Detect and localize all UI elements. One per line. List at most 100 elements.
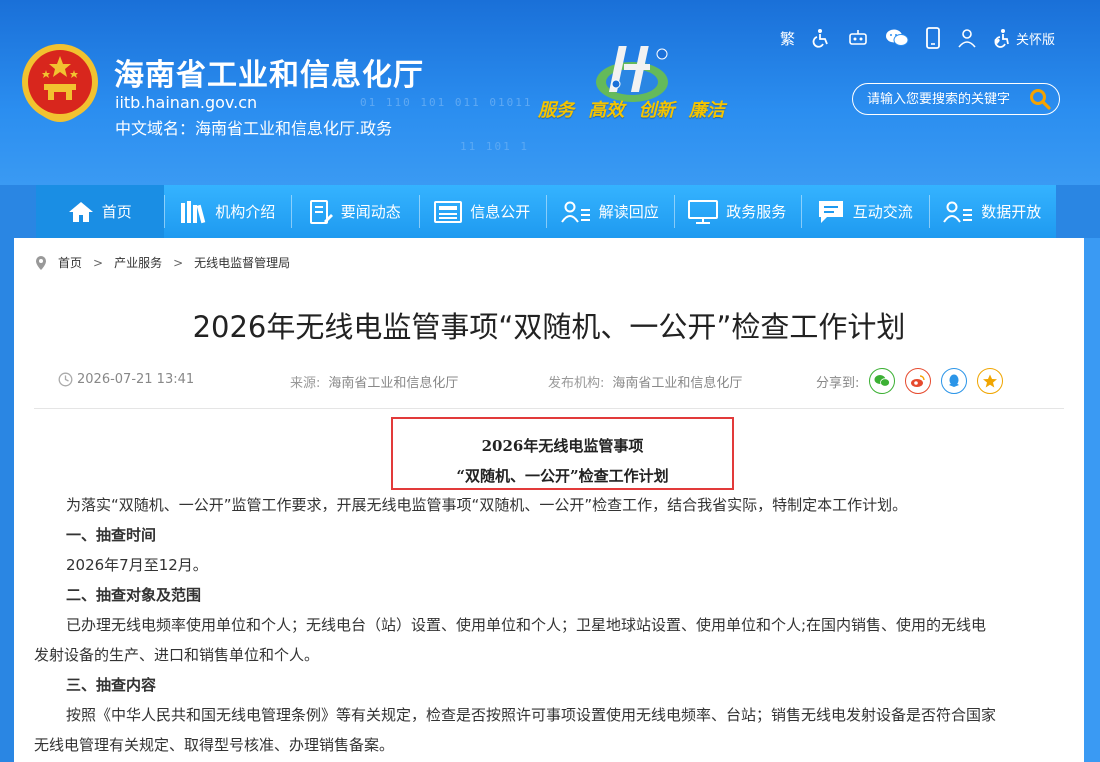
article-meta: 2026-07-21 13:41 来源: 海南省工业和信息化厅 发布机构: 海南省工… xyxy=(58,368,1048,394)
main-nav: 首页 机构介绍 要闻动态 信息公开 解读回应 政务服务 互动交流 数据开放 xyxy=(36,185,1056,238)
wechat-icon xyxy=(874,375,891,387)
books-icon xyxy=(181,200,206,223)
doc-heading-line-1: 2026年无线电监管事项 xyxy=(481,437,644,455)
breadcrumb-radio-bureau[interactable]: 无线电监督管理局 xyxy=(194,254,290,271)
breadcrumb: 首页 > 产业服务 > 无线电监督管理局 xyxy=(34,254,290,271)
share-favorite-button[interactable] xyxy=(977,368,1004,394)
user-data-icon xyxy=(943,201,973,223)
share-wechat-button[interactable] xyxy=(869,368,896,394)
mobile-icon xyxy=(926,27,940,49)
article-publisher: 发布机构: 海南省工业和信息化厅 xyxy=(548,372,742,391)
section-heading-time: 一、抽查时间 xyxy=(66,526,157,544)
paragraph-content-line-1: 按照《中华人民共和国无线电管理条例》等有关规定，检查是否按照许可事项设置使用无线… xyxy=(66,706,997,724)
article-title: 2026年无线电监管事项“双随机、一公开”检查工作计划 xyxy=(192,310,906,344)
publisher-label: 发布机构: xyxy=(548,376,605,391)
share-bar: 分享到: xyxy=(816,368,1004,394)
wechat-button[interactable] xyxy=(885,26,909,50)
national-emblem-icon xyxy=(22,44,98,122)
nav-item-interpretation[interactable]: 解读回应 xyxy=(546,185,674,238)
header-decoration: 01 110 101 011 01011 xyxy=(360,96,533,109)
nav-item-open-data[interactable]: 数据开放 xyxy=(928,185,1057,238)
mobile-button[interactable] xyxy=(925,26,941,50)
slogan-word: 廉洁 xyxy=(688,100,725,121)
header-decoration-2: 11 101 1 xyxy=(460,140,529,153)
nav-item-info-disclosure[interactable]: 信息公开 xyxy=(418,185,547,238)
share-qq-button[interactable] xyxy=(941,368,968,394)
paragraph-scope-line-1: 已办理无线电频率使用单位和个人；无线电台（站）设置、使用单位和个人；卫星地球站设… xyxy=(66,616,987,634)
source-value: 海南省工业和信息化厅 xyxy=(328,376,459,391)
nav-label: 数据开放 xyxy=(981,203,1042,221)
star-icon xyxy=(983,374,998,388)
paragraph-time: 2026年7月至12月。 xyxy=(66,556,208,574)
paragraph-scope-line-2: 发射设备的生产、进口和销售单位和个人。 xyxy=(34,646,320,664)
nav-item-news[interactable]: 要闻动态 xyxy=(291,185,419,238)
site-header: 01 110 101 011 01011 11 101 1 海南省工业和信息化厅… xyxy=(0,0,1100,185)
publish-time: 2026-07-21 13:41 xyxy=(58,372,194,387)
doc-heading-line-2: “双随机、一公开”检查工作计划 xyxy=(456,467,669,485)
search-icon[interactable] xyxy=(1029,88,1051,110)
department-logo-icon xyxy=(596,46,668,102)
meta-divider xyxy=(34,408,1064,409)
user-icon xyxy=(958,29,976,48)
breadcrumb-separator: > xyxy=(173,255,184,270)
article-body: 为落实“双随机、一公开”监管工作要求，开展无线电监管事项“双随机、一公开”检查工… xyxy=(34,490,1064,760)
source-label: 来源: xyxy=(290,376,321,391)
nav-item-interaction[interactable]: 互动交流 xyxy=(801,185,929,238)
search-box xyxy=(852,83,1060,115)
nav-label: 机构介绍 xyxy=(215,203,276,221)
site-domain: iitb.hainan.gov.cn xyxy=(115,93,258,112)
nav-label: 首页 xyxy=(101,203,132,221)
user-list-icon xyxy=(560,201,590,223)
home-icon xyxy=(68,201,93,222)
wechat-icon xyxy=(886,29,909,46)
section-heading-scope: 二、抽查对象及范围 xyxy=(66,586,202,604)
monitor-icon xyxy=(688,199,719,224)
breadcrumb-industry-services[interactable]: 产业服务 xyxy=(114,254,162,271)
accessibility-button[interactable] xyxy=(811,26,831,50)
paragraph-content-line-2: 无线电管理有关规定、取得型号核准、办理销售备案。 xyxy=(34,736,395,754)
slogan: 服务 高效 创新 廉洁 xyxy=(538,96,733,122)
share-label: 分享到: xyxy=(816,375,860,391)
qq-icon xyxy=(949,374,960,387)
publisher-value: 海南省工业和信息化厅 xyxy=(612,376,743,391)
nav-item-gov-services[interactable]: 政务服务 xyxy=(673,185,802,238)
document-edit-icon xyxy=(309,199,333,224)
svg-text:♥: ♥ xyxy=(994,38,1000,46)
search-input[interactable] xyxy=(867,91,1027,107)
page-edge-background xyxy=(1084,238,1100,762)
slogan-word: 高效 xyxy=(588,100,625,121)
nav-item-about[interactable]: 机构介绍 xyxy=(163,185,292,238)
section-heading-content: 三、抽查内容 xyxy=(66,676,157,694)
article-source: 来源: 海南省工业和信息化厅 xyxy=(290,372,458,391)
article-container: 首页 > 产业服务 > 无线电监督管理局 2026年无线电监管事项“双随机、一公… xyxy=(14,238,1084,762)
breadcrumb-separator: > xyxy=(93,255,104,270)
publish-datetime: 2026-07-21 13:41 xyxy=(77,372,195,387)
top-toolbar: 繁 ♥ 关怀版 xyxy=(780,26,1071,50)
nav-label: 互动交流 xyxy=(852,203,913,221)
nav-item-home[interactable]: 首页 xyxy=(36,185,164,238)
nav-label: 信息公开 xyxy=(470,203,531,221)
robot-icon xyxy=(849,30,867,45)
nav-label: 政务服务 xyxy=(726,203,787,221)
care-mode-icon: ♥ xyxy=(994,29,1009,48)
share-weibo-button[interactable] xyxy=(905,368,932,394)
user-login-button[interactable] xyxy=(957,26,977,50)
nav-label: 要闻动态 xyxy=(340,203,401,221)
weibo-icon xyxy=(911,375,926,387)
breadcrumb-home[interactable]: 首页 xyxy=(58,254,82,271)
robot-assistant-button[interactable] xyxy=(847,26,869,50)
chat-icon xyxy=(818,200,843,223)
newspaper-icon xyxy=(434,200,463,223)
clock-icon xyxy=(58,372,73,387)
paragraph-intro: 为落实“双随机、一公开”监管工作要求，开展无线电监管事项“双随机、一公开”检查工… xyxy=(66,496,908,514)
nav-label: 解读回应 xyxy=(598,203,659,221)
slogan-word: 服务 xyxy=(538,100,574,121)
slogan-word: 创新 xyxy=(638,100,675,121)
location-pin-icon xyxy=(36,255,46,270)
site-cn-domain: 中文域名：海南省工业和信息化厅.政务 xyxy=(115,119,393,138)
wheelchair-icon xyxy=(812,29,828,48)
site-title: 海南省工业和信息化厅 xyxy=(114,58,424,93)
traditional-chinese-button[interactable]: 繁 xyxy=(780,26,795,50)
care-mode-button[interactable]: ♥ 关怀版 xyxy=(993,26,1055,50)
care-mode-label: 关怀版 xyxy=(1016,32,1056,48)
